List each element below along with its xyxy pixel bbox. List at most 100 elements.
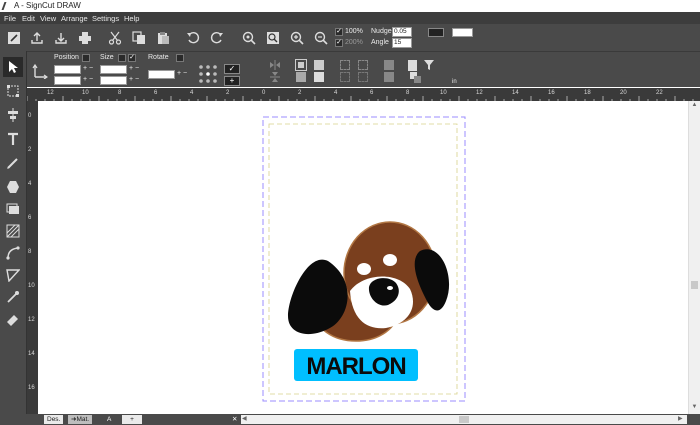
ruler-left-label: 10	[28, 283, 35, 289]
zoom-fit-icon[interactable]	[240, 29, 257, 46]
position-x-input[interactable]	[54, 65, 81, 74]
ungroup-icon[interactable]	[314, 60, 324, 70]
property-toolbar: Position + − + − Size ✓ + − + − Rotate +…	[0, 51, 700, 87]
ruler-left-label: 0	[28, 113, 32, 119]
node-edit-icon[interactable]	[3, 81, 23, 101]
paste-icon[interactable]	[154, 29, 171, 46]
tab-add-button[interactable]: +	[122, 415, 142, 424]
zoom-100-checkbox[interactable]: ✓	[335, 28, 343, 36]
scroll-right-icon[interactable]: ▶	[678, 415, 686, 424]
redo-icon[interactable]	[208, 29, 225, 46]
window-title: A - SignCut DRAW	[14, 1, 81, 10]
zoom-out-icon[interactable]	[312, 29, 329, 46]
close-tab-icon[interactable]: ✕	[229, 415, 240, 424]
print-icon[interactable]	[76, 29, 93, 46]
copy-icon[interactable]	[130, 29, 147, 46]
text-tool-icon[interactable]	[3, 129, 23, 149]
select-tool-icon[interactable]	[3, 57, 23, 77]
nudge-input[interactable]: 0.05	[392, 27, 412, 37]
filter-icon[interactable]	[424, 60, 434, 70]
tab-material[interactable]: ➜Mat.	[68, 415, 93, 424]
position-y-input[interactable]	[54, 76, 81, 85]
bezier-tool-icon[interactable]	[3, 243, 23, 263]
image-tool-icon[interactable]	[3, 199, 23, 219]
size-proportional-checkbox[interactable]: ✓	[128, 54, 136, 62]
break-apart-icon[interactable]	[314, 72, 324, 82]
download-icon[interactable]	[52, 29, 69, 46]
dog-graphic[interactable]	[288, 221, 450, 342]
angle-input[interactable]: 15	[392, 38, 412, 48]
fill-pattern-icon[interactable]	[3, 221, 23, 241]
zoom-200-label: 200%	[345, 39, 363, 46]
menu-file[interactable]: File	[4, 14, 16, 23]
size-w-input[interactable]	[100, 65, 127, 74]
app-icon	[1, 2, 11, 10]
rotate-stepper[interactable]: + −	[177, 70, 187, 77]
position-lock-checkbox[interactable]	[82, 54, 90, 62]
flip-vertical-icon[interactable]	[270, 72, 280, 82]
drawing-canvas[interactable]: MARLON	[38, 101, 688, 414]
color-swatch[interactable]	[452, 28, 473, 37]
unit-label: in	[452, 79, 457, 85]
size-lock-checkbox[interactable]	[118, 54, 126, 62]
zoom-200-checkbox[interactable]: ✓	[335, 39, 343, 47]
scroll-down-icon[interactable]: ▼	[690, 404, 699, 412]
trim-icon[interactable]	[358, 72, 368, 82]
anchor-grid-icon[interactable]	[198, 64, 218, 84]
vertical-scroll-thumb[interactable]	[691, 281, 698, 289]
eyedropper-icon[interactable]	[3, 287, 23, 307]
zoom-100-label: 100%	[345, 28, 363, 35]
zoom-in-icon[interactable]	[288, 29, 305, 46]
tab-design[interactable]: Des.	[44, 415, 64, 424]
flip-horizontal-icon[interactable]	[270, 60, 280, 70]
tab-material-label: Mat.	[76, 416, 90, 423]
horizontal-scrollbar[interactable]: ◀ ▶	[241, 415, 687, 424]
menu-help[interactable]: Help	[124, 14, 139, 23]
layers-icon[interactable]	[410, 72, 422, 84]
size-w-stepper[interactable]: + −	[129, 65, 139, 72]
rotate-input[interactable]	[148, 70, 175, 79]
position-y-stepper[interactable]: + −	[83, 76, 93, 83]
distribute-icon[interactable]	[358, 60, 368, 70]
shape-tool-icon[interactable]	[3, 177, 23, 197]
pencil-tool-icon[interactable]	[3, 153, 23, 173]
combine-icon[interactable]	[296, 72, 306, 82]
axis-origin-icon[interactable]	[32, 63, 49, 80]
main-toolbar: ✓ 100% ✓ 200% Nudge 0.05 Angle 15	[0, 24, 700, 51]
menu-settings[interactable]: Settings	[92, 14, 119, 23]
ruler-left-label: 14	[28, 351, 35, 357]
apply-plus-button[interactable]: +	[224, 76, 240, 86]
group-icon[interactable]	[295, 59, 307, 71]
nudge-label: Nudge	[371, 28, 392, 35]
name-tag-text[interactable]: MARLON	[306, 353, 406, 380]
undo-icon[interactable]	[184, 29, 201, 46]
horizontal-scroll-thumb[interactable]	[459, 416, 469, 423]
tab-document-a[interactable]: A	[104, 415, 114, 424]
ruler-left-label: 6	[28, 215, 32, 221]
align-tool-icon[interactable]	[3, 105, 23, 125]
position-x-stepper[interactable]: + −	[83, 65, 93, 72]
vertical-scrollbar[interactable]: ▲ ▼	[688, 101, 700, 414]
menu-arrange[interactable]: Arrange	[61, 14, 88, 23]
knife-tool-icon[interactable]	[3, 265, 23, 285]
align-icon[interactable]	[340, 60, 350, 70]
outline-toggle-icon[interactable]	[428, 28, 444, 37]
new-doc-icon[interactable]	[5, 29, 22, 46]
page-icon[interactable]	[408, 60, 417, 71]
upload-icon[interactable]	[28, 29, 45, 46]
scroll-left-icon[interactable]: ◀	[242, 415, 250, 424]
weld-icon[interactable]	[340, 72, 350, 82]
scroll-up-icon[interactable]: ▲	[690, 102, 699, 110]
front-icon[interactable]	[384, 60, 394, 70]
rotate-lock-checkbox[interactable]	[176, 54, 184, 62]
menu-edit[interactable]: Edit	[22, 14, 35, 23]
zoom-page-icon[interactable]	[264, 29, 281, 46]
apply-check-button[interactable]: ✓	[224, 64, 240, 74]
cut-icon[interactable]	[106, 29, 123, 46]
eraser-tool-icon[interactable]	[3, 309, 23, 329]
size-h-input[interactable]	[100, 76, 127, 85]
position-label: Position	[54, 54, 79, 61]
menu-view[interactable]: View	[40, 14, 56, 23]
size-h-stepper[interactable]: + −	[129, 76, 139, 83]
back-icon[interactable]	[384, 72, 394, 82]
